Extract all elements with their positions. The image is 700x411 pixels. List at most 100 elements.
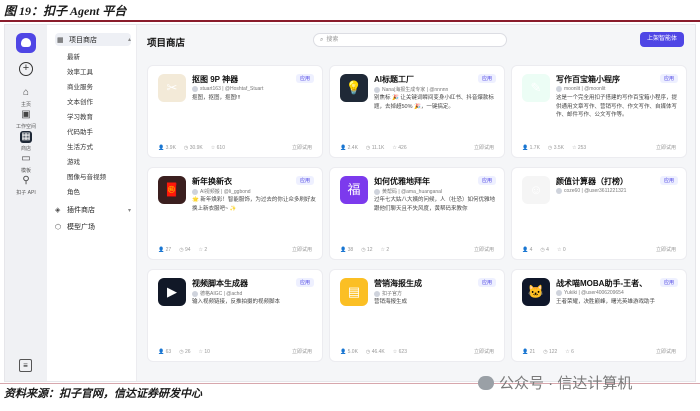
home-icon: ⌂ [22, 87, 30, 98]
icon-rail: + ⌂ 主页 ▣ 工作空间 ▦ 商店 ▭ 模板 ⚲ 扣子 API ≡ [5, 25, 47, 381]
author-line: moonlit | @moonlit [556, 86, 605, 92]
project-description: 王者荣耀，决胜巅峰，曙光英雄游戏助手 [556, 299, 656, 305]
chevron-down-icon: ▾ [127, 207, 131, 214]
wechat-icon [478, 375, 494, 390]
users-stat: 👤 5.0K [340, 349, 358, 355]
store-icon: ▦ [57, 36, 64, 44]
runs-stat: ◷ 30.9K [183, 145, 203, 151]
nav-model-square[interactable]: ⬡ 模型广场 [55, 222, 131, 232]
author-line: 德格AIGC | @achd [192, 290, 242, 297]
nav-item-efficiency[interactable]: 效率工具 [67, 66, 93, 76]
nav-item-writing[interactable]: 文本创作 [67, 96, 93, 106]
favorites-stat: ☆ 2 [380, 247, 390, 253]
project-card[interactable]: ▶ 视频脚本生成器 应用 德格AIGC | @achd 输入视频链接，反推拍摄的视频脚本… [147, 269, 323, 362]
nav-project-store[interactable]: ▦ 项目商店 ▴ [55, 33, 131, 46]
project-card[interactable]: ☺ 颜值计算器（打榜） 应用 coze60 | @user3611221321 👤 4 ◷… [511, 167, 687, 260]
search-input[interactable]: ⌕ 搜索 [313, 33, 507, 47]
runs-stat: ◷ 3.5K [547, 145, 564, 151]
nav-item-roles[interactable]: 角色 [67, 186, 80, 196]
model-icon: ⬡ [55, 224, 62, 231]
favorites-stat: ☆ 0 [556, 247, 566, 253]
api-icon: ⚲ [22, 175, 30, 186]
coze-logo[interactable] [16, 33, 36, 53]
plugin-icon: ◈ [55, 207, 61, 214]
project-card[interactable]: 福如何优雅地拜年 应用 黄帮码 | @ama_huanganal 过年七大姑八大姨的问… [329, 167, 505, 260]
try-now-link[interactable]: 立即试用 [292, 144, 312, 151]
users-stat: 👤 4 [522, 247, 533, 253]
runs-stat: ◷ 4 [540, 247, 549, 253]
project-title: 抠图 9P 神器 [192, 75, 239, 84]
rail-store[interactable]: ▦ 商店 [10, 131, 42, 152]
users-stat: 👤 27 [158, 247, 172, 253]
project-thumbnail: 🐱 [522, 278, 550, 306]
coze-screenshot: + ⌂ 主页 ▣ 工作空间 ▦ 商店 ▭ 模板 ⚲ 扣子 API ≡ ▦ 项目商… [4, 24, 696, 382]
project-thumbnail: ✎ [522, 74, 550, 102]
project-description: 这是一个完全用扣子搭建的写作百宝箱小程序，提供通用文章写作、营销写作、作文写作、… [556, 95, 678, 118]
figure-title: 图 19：扣子 Agent 平台 [4, 4, 127, 18]
app-tag: 应用 [295, 176, 314, 185]
favorites-stat: ☆ 2 [198, 247, 208, 253]
project-thumbnail: 福 [340, 176, 368, 204]
docs-icon[interactable]: ≡ [19, 359, 32, 372]
nav-item-business[interactable]: 商业服务 [67, 81, 93, 91]
nav-item-latest[interactable]: 最新 [67, 51, 80, 61]
publish-agent-button[interactable]: 上架智能体 [640, 32, 684, 47]
app-tag: 应用 [659, 176, 678, 185]
rail-template[interactable]: ▭ 模板 [10, 153, 42, 174]
project-thumbnail: ▶ [158, 278, 186, 306]
avatar [192, 188, 198, 195]
project-card[interactable]: 🧧 新年换新衣 应用 AI视频搬 | @li_ggbond 🌟 新年焕彩！智能服饰，为过… [147, 167, 323, 260]
project-card[interactable]: ✂ 抠图 9P 神器 应用 stuart163 | @Hoshtaf_Stuart 抠图… [147, 65, 323, 158]
rail-home[interactable]: ⌂ 主页 [10, 87, 42, 108]
users-stat: 👤 63 [158, 349, 172, 355]
try-now-link[interactable]: 立即试用 [292, 348, 312, 355]
project-card[interactable]: ✎ 写作百宝箱小程序 应用 moonlit | @moonlit 这是一个完全用扣子搭建… [511, 65, 687, 158]
favorites-stat: ☆ 6 [565, 349, 574, 355]
app-tag: 应用 [659, 74, 678, 83]
avatar [192, 86, 198, 92]
try-now-link[interactable]: 立即试用 [656, 246, 676, 253]
try-now-link[interactable]: 立即试用 [656, 348, 676, 355]
nav-plugin-store[interactable]: ◈ 插件商店 ▾ [55, 205, 131, 215]
avatar [192, 290, 198, 297]
runs-stat: ◷ 12 [361, 247, 373, 253]
project-stats: 👤 38 ◷ 12 ☆ 2 [340, 247, 389, 253]
project-description: 🌟 新年焕彩！智能服饰，为过去的你让众多刷好友换上新衣服吧~ ✨ [192, 197, 316, 212]
project-card[interactable]: 💡 AI标题工厂 应用 Nana|海报生成专家 | @nnnnn 别焦标 🎉 让关键词瞬… [329, 65, 505, 158]
project-title: 视频脚本生成器 [192, 279, 248, 288]
try-now-link[interactable]: 立即试用 [292, 246, 312, 253]
figure-source: 资料来源：扣子官网，信达证券研发中心 [4, 388, 202, 400]
nav-item-code[interactable]: 代码助手 [67, 126, 93, 136]
favorites-stat: ☆ 426 [392, 145, 407, 151]
create-button[interactable]: + [19, 62, 33, 76]
avatar [556, 188, 562, 194]
try-now-link[interactable]: 立即试用 [474, 246, 494, 253]
app-tag: 应用 [477, 176, 496, 185]
search-icon: ⌕ [320, 37, 324, 43]
rail-workspace[interactable]: ▣ 工作空间 [10, 109, 42, 130]
try-now-link[interactable]: 立即试用 [474, 348, 494, 355]
project-stats: 👤 2.4K ◷ 11.1K ☆ 426 [340, 145, 407, 151]
author-line: 扣子官方 [374, 290, 402, 297]
project-description: 输入视频链接，反推拍摄的视频脚本 [192, 299, 281, 305]
nav-item-games[interactable]: 游戏 [67, 156, 80, 166]
app-tag: 应用 [659, 278, 678, 287]
author-line: stuart163 | @Hoshtaf_Stuart [192, 86, 263, 92]
store-sidenav: ▦ 项目商店 ▴ 最新 效率工具 商业服务 文本创作 学习教育 代码助手 生活方… [47, 25, 137, 381]
nav-item-lifestyle[interactable]: 生活方式 [67, 141, 93, 151]
users-stat: 👤 21 [522, 349, 536, 355]
runs-stat: ◷ 122 [543, 349, 558, 355]
favorites-stat: ☆ 610 [210, 145, 225, 151]
project-card[interactable]: ▤ 营销海报生成 应用 扣子官方 营销海报生成 👤 5.0K ◷ 46.4K ☆ 623 立即试… [329, 269, 505, 362]
project-thumbnail: ▤ [340, 278, 368, 306]
nav-item-media[interactable]: 图像与音视频 [67, 171, 106, 181]
chevron-up-icon: ▴ [127, 37, 131, 43]
template-icon: ▭ [21, 153, 31, 164]
rail-api[interactable]: ⚲ 扣子 API [10, 175, 42, 196]
project-card[interactable]: 🐱 战术喵MOBA助手-王者、决胜巅峰 应用 Yukiki | @user400620… [511, 269, 687, 362]
try-now-link[interactable]: 立即试用 [656, 144, 676, 151]
store-main: 项目商店 ⌕ 搜索 上架智能体 ✂ 抠图 9P 神器 应用 stuart163 | @H… [137, 25, 695, 381]
try-now-link[interactable]: 立即试用 [474, 144, 494, 151]
title-divider [0, 20, 700, 22]
nav-item-education[interactable]: 学习教育 [67, 111, 93, 121]
